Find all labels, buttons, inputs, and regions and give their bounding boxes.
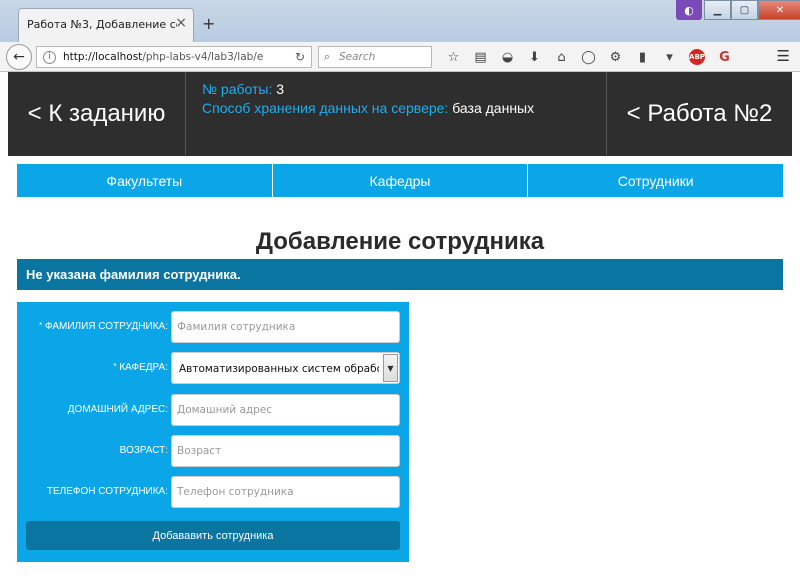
close-tab-icon[interactable]: × (175, 15, 187, 31)
phone-row: Телефон сотрудника: Телефон сотрудника (17, 476, 409, 508)
page-title: Добавление сотрудника (255, 228, 545, 255)
page-content: < К заданию № работы: 3 Способ хранения … (8, 72, 792, 586)
star-icon[interactable]: ☆ (440, 47, 467, 67)
private-mask-icon[interactable]: ◐ (676, 0, 702, 20)
required-mark: * (39, 321, 43, 330)
maximize-icon[interactable]: ▢ (731, 0, 758, 20)
hamburger-menu-icon[interactable]: ☰ (777, 47, 790, 65)
back-to-task-label: < К заданию (27, 100, 166, 127)
search-bar[interactable]: ⌕ Search (318, 46, 432, 68)
tab-title: Работа №3, Добавление сотруд (27, 18, 177, 31)
add-employee-form: * Фамилия сотрудника: Фамилия сотрудника… (17, 302, 409, 562)
minimize-icon[interactable]: ▁ (704, 0, 731, 20)
reload-icon[interactable]: ↻ (295, 50, 305, 64)
error-alert: Не указана фамилия сотрудника. (17, 259, 783, 290)
dropdown-icon[interactable]: ▾ (656, 47, 683, 67)
storage-value: база данных (452, 100, 535, 116)
back-to-task-link[interactable]: < К заданию (8, 72, 186, 156)
window-titlebar: Работа №3, Добавление сотруд × + ◐ ▁ ▢ ✕ (0, 0, 800, 42)
pocket-icon[interactable]: ◒ (494, 47, 521, 67)
chat-icon[interactable]: ◯ (575, 47, 602, 67)
department-select[interactable]: Автоматизированных систем обработки и ▼ (171, 352, 400, 384)
phone-input[interactable]: Телефон сотрудника (171, 476, 400, 508)
home-icon[interactable]: ⌂ (548, 47, 575, 67)
storage-label: Способ хранения данных на сервере: (202, 100, 449, 116)
site-header: < К заданию № работы: 3 Способ хранения … (8, 72, 792, 156)
surname-row: * Фамилия сотрудника: Фамилия сотрудника (17, 311, 409, 343)
add-employee-button[interactable]: Добававить сотрудника (26, 521, 400, 550)
toolbar-icons: ☆ ▤ ◒ ⬇ ⌂ ◯ ⚙ ▮ ▾ ABP G (440, 47, 738, 67)
age-label: Возраст: (119, 445, 168, 456)
window-controls: ▁ ▢ ✕ (704, 0, 800, 20)
phone-icon[interactable]: ▮ (629, 47, 656, 67)
department-selected-value: Автоматизированных систем обработки и (179, 363, 379, 375)
url-text[interactable]: http://localhost/php-labs-v4/lab3/lab/em… (63, 51, 263, 63)
search-icon: ⌕ (324, 50, 331, 63)
close-window-icon[interactable]: ✕ (758, 0, 800, 20)
search-placeholder: Search (339, 51, 376, 63)
main-menu: Факультеты Кафедры Сотрудники (17, 164, 784, 197)
work-number-label: № работы: (202, 81, 273, 97)
address-label: Домашний адрес: (67, 404, 168, 415)
menu-item-employees[interactable]: Сотрудники (528, 164, 784, 197)
extension-icon[interactable]: ⚙ (602, 47, 629, 67)
browser-tab[interactable]: Работа №3, Добавление сотруд × (18, 8, 194, 42)
url-bar[interactable]: i http://localhost/php-labs-v4/lab3/lab/… (36, 46, 312, 68)
new-tab-button[interactable]: + (202, 14, 215, 33)
menu-item-departments[interactable]: Кафедры (272, 164, 529, 197)
translate-icon[interactable]: G (711, 47, 738, 67)
back-arrow-icon[interactable]: ← (6, 44, 32, 70)
chevron-down-icon[interactable]: ▼ (383, 354, 398, 382)
department-label: * Кафедра: (113, 362, 168, 373)
required-mark: * (113, 362, 117, 371)
previous-work-label: < Работа №2 (626, 100, 773, 127)
age-input[interactable]: Возраст (171, 435, 400, 467)
surname-label: * Фамилия сотрудника: (39, 321, 168, 332)
info-icon[interactable]: i (43, 51, 56, 64)
download-icon[interactable]: ⬇ (521, 47, 548, 67)
previous-work-link[interactable]: < Работа №2 (606, 72, 792, 156)
address-input[interactable]: Домашний адрес (171, 394, 400, 426)
department-row: * Кафедра: Автоматизированных систем обр… (17, 352, 409, 384)
work-number-value: 3 (276, 81, 285, 97)
work-info: № работы: 3 Способ хранения данных на се… (202, 80, 534, 118)
phone-label: Телефон сотрудника: (46, 486, 168, 497)
browser-navbar: ← i http://localhost/php-labs-v4/lab3/la… (0, 42, 800, 72)
menu-item-faculties[interactable]: Факультеты (17, 164, 273, 197)
address-row: Домашний адрес: Домашний адрес (17, 394, 409, 426)
age-row: Возраст: Возраст (17, 435, 409, 467)
adblock-icon[interactable]: ABP (689, 49, 705, 65)
reading-list-icon[interactable]: ▤ (467, 47, 494, 67)
surname-input[interactable]: Фамилия сотрудника (171, 311, 400, 343)
